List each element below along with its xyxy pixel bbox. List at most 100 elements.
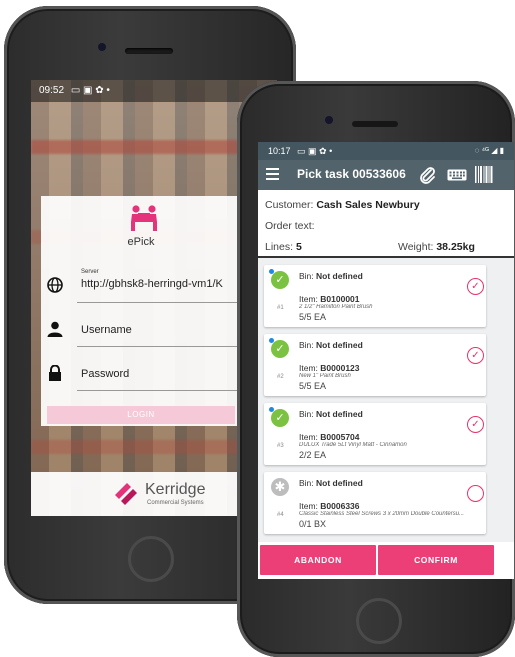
- username-input[interactable]: Username: [81, 324, 132, 336]
- pick-task-phone: 10:17 ▭ ▣ ✿ • ◌ ⁴ᴳ ◢ ▮ Pick task 0053360…: [237, 81, 515, 657]
- password-input[interactable]: Password: [81, 368, 129, 380]
- status-time: 09:52: [39, 85, 65, 96]
- item-label: Item:: [299, 501, 318, 511]
- bin-value: Not defined: [316, 340, 363, 350]
- bin-label: Bin:: [299, 409, 314, 419]
- front-camera: [98, 43, 106, 51]
- checked-circle-icon[interactable]: ✓: [467, 278, 484, 295]
- keyboard-icon[interactable]: [447, 169, 467, 181]
- earpiece-speaker: [352, 121, 398, 127]
- item-code: B0006336: [320, 501, 360, 511]
- lines-label: Lines:: [265, 241, 294, 253]
- status-time: 10:17: [268, 146, 291, 156]
- bin-row: Bin: Not defined: [299, 478, 363, 488]
- customer-value: Cash Sales Newbury: [316, 199, 420, 211]
- brand-name: Kerridge: [145, 481, 206, 498]
- server-input[interactable]: http://gbhsk8-herringd-vm1/K: [81, 278, 223, 290]
- server-field[interactable]: Server http://gbhsk8-herringd-vm1/K: [47, 269, 245, 303]
- pick-line-card[interactable]: ✓ Bin: Not defined #3 Item: B0005704 DUL…: [264, 403, 486, 465]
- kerridge-logo-icon: [115, 483, 137, 505]
- pick-task-screen: 10:17 ▭ ▣ ✿ • ◌ ⁴ᴳ ◢ ▮ Pick task 0053360…: [258, 142, 514, 579]
- line-number: #4: [277, 512, 284, 518]
- pick-line-card[interactable]: ✓ Bin: Not defined #1 Item: B0100001 2 1…: [264, 265, 486, 327]
- confirm-button[interactable]: CONFIRM: [378, 545, 494, 575]
- picked-status-icon: ✓: [271, 271, 289, 289]
- earpiece-speaker: [125, 48, 173, 54]
- action-bar: ABANDON CONFIRM: [258, 542, 514, 579]
- status-icons: ▭ ▣ ✿ •: [297, 146, 333, 156]
- order-summary: Customer: Cash Sales Newbury Order text:…: [258, 190, 514, 258]
- epick-logo-icon: [131, 205, 157, 231]
- quantity: 5/5 EA: [299, 312, 327, 322]
- user-icon: [47, 321, 63, 337]
- bin-row: Bin: Not defined: [299, 340, 363, 350]
- sync-dot: [269, 338, 274, 343]
- status-bar: 10:17 ▭ ▣ ✿ • ◌ ⁴ᴳ ◢ ▮: [258, 142, 514, 160]
- barcode-scan-icon[interactable]: [475, 166, 493, 183]
- unpicked-status-icon: ✱: [271, 478, 289, 496]
- field-underline: [77, 346, 245, 347]
- line-number: #2: [277, 374, 284, 380]
- item-code: B0005704: [320, 432, 360, 442]
- item-description: DULUX Trade 5Lt Vinyl Matt - Cinnamon: [299, 442, 407, 448]
- pick-line-card[interactable]: ✱ Bin: Not defined #4 Item: B0006336 Cla…: [264, 472, 486, 534]
- page-title: Pick task 00533606: [297, 167, 406, 181]
- app-name: ePick: [127, 236, 155, 248]
- field-underline: [77, 390, 245, 391]
- sync-dot: [269, 269, 274, 274]
- lines-value: 5: [295, 241, 302, 253]
- bin-label: Bin:: [299, 340, 314, 350]
- field-underline: [77, 302, 245, 303]
- weight-row: Weight: 38.25kg: [398, 241, 475, 253]
- abandon-button[interactable]: ABANDON: [260, 545, 376, 575]
- item-description: 2 1/2" Hamilton Paint Brush: [299, 304, 373, 310]
- checked-circle-icon[interactable]: ✓: [467, 347, 484, 364]
- checked-circle-icon[interactable]: ✓: [467, 416, 484, 433]
- bin-row: Bin: Not defined: [299, 271, 363, 281]
- weight-label: Weight:: [398, 241, 434, 253]
- app-bar: Pick task 00533606: [258, 160, 514, 190]
- item-row: Item: B0005704: [299, 432, 360, 442]
- bin-value: Not defined: [316, 478, 363, 488]
- weight-value: 38.25kg: [436, 241, 475, 253]
- picked-status-icon: ✓: [271, 409, 289, 427]
- password-field[interactable]: Password: [47, 357, 245, 391]
- brand-subtitle: Commercial Systems: [147, 500, 204, 506]
- login-button[interactable]: LOGIN: [47, 406, 235, 424]
- line-number: #3: [277, 443, 284, 449]
- status-right-icons: ◌ ⁴ᴳ ◢ ▮: [474, 146, 504, 155]
- picked-status-icon: ✓: [271, 340, 289, 358]
- home-button[interactable]: [128, 536, 174, 582]
- line-number: #1: [277, 305, 284, 311]
- pick-line-card[interactable]: ✓ Bin: Not defined #2 Item: B0000123 New…: [264, 334, 486, 396]
- status-icons: ▭ ▣ ✿ •: [70, 85, 110, 96]
- hamburger-menu-icon[interactable]: [266, 168, 279, 180]
- bin-row: Bin: Not defined: [299, 409, 363, 419]
- bin-value: Not defined: [316, 271, 363, 281]
- lines-row: Lines: 5: [265, 241, 302, 253]
- globe-icon: [47, 277, 63, 293]
- item-label: Item:: [299, 294, 318, 304]
- home-button[interactable]: [356, 598, 402, 644]
- server-label: Server: [81, 269, 99, 275]
- item-label: Item:: [299, 363, 318, 373]
- item-code: B0000123: [320, 363, 360, 373]
- customer-row: Customer: Cash Sales Newbury: [265, 199, 420, 211]
- username-field[interactable]: Username: [47, 313, 245, 347]
- bin-value: Not defined: [316, 409, 363, 419]
- item-code: B0100001: [320, 294, 360, 304]
- item-row: Item: B0100001: [299, 294, 360, 304]
- item-description: Classic Stainless Steel Screws 3 x 20mm …: [299, 511, 465, 517]
- front-camera: [325, 116, 333, 124]
- empty-circle-icon[interactable]: [467, 485, 484, 502]
- order-text-label: Order text:: [265, 220, 315, 232]
- bin-label: Bin:: [299, 478, 314, 488]
- paperclip-icon[interactable]: [419, 166, 436, 184]
- bin-label: Bin:: [299, 271, 314, 281]
- item-label: Item:: [299, 432, 318, 442]
- quantity: 5/5 EA: [299, 381, 327, 391]
- quantity: 2/2 EA: [299, 450, 327, 460]
- quantity: 0/1 BX: [299, 519, 327, 529]
- item-description: New 1" Paint Brush: [299, 373, 351, 379]
- login-card: ePick Server http://gbhsk8-herringd-vm1/…: [41, 196, 245, 426]
